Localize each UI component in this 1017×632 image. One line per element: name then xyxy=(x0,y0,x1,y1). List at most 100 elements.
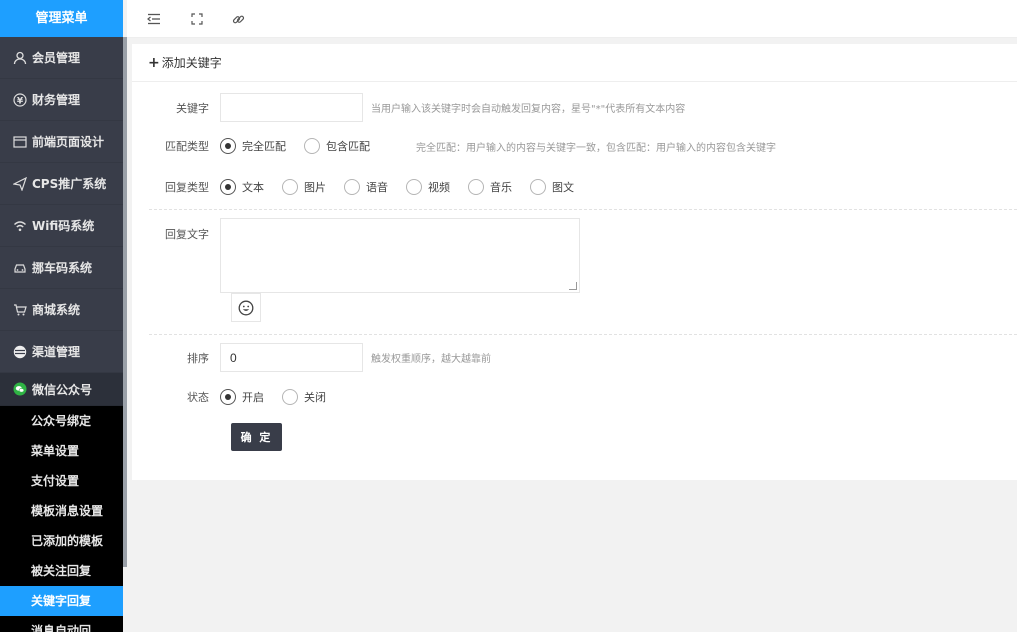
keyword-input[interactable] xyxy=(220,93,363,122)
form-card: + 添加关键字 关键字 当用户输入该关键字时会自动触发回复内容，星号"*"代表所… xyxy=(132,44,1017,480)
submit-button[interactable]: 确 定 xyxy=(231,423,282,451)
sidebar-item-label: CPS推广系统 xyxy=(32,177,107,191)
sidebar-item-member[interactable]: 会员管理 xyxy=(0,37,123,79)
sidebar-item-label: 财务管理 xyxy=(32,93,81,107)
sidebar-item-label: Wifi码系统 xyxy=(32,219,95,233)
sort-label: 排序 xyxy=(187,351,209,365)
submenu-item-auto-reply[interactable]: 消息自动回 xyxy=(0,616,123,632)
sidebar-item-mall[interactable]: 商城系统 xyxy=(0,289,123,331)
radio-checked-icon xyxy=(220,179,236,195)
emoji-button[interactable] xyxy=(231,293,261,322)
status-row: 状态 开启 关闭 xyxy=(132,389,344,405)
match-type-hint: 完全匹配：用户输入的内容与关键字一致，包含匹配：用户输入的内容包含关键字 xyxy=(416,142,776,154)
radio-unchecked-icon xyxy=(344,179,360,195)
radio-label: 完全匹配 xyxy=(242,140,286,153)
radio-unchecked-icon xyxy=(282,389,298,405)
sidebar-item-car[interactable]: 挪车码系统 xyxy=(0,247,123,289)
plus-icon: + xyxy=(148,54,160,71)
radio-label: 视频 xyxy=(428,181,450,194)
sidebar-scrollbar[interactable] xyxy=(123,37,127,567)
svg-text:¥: ¥ xyxy=(17,96,24,106)
keyword-row: 关键字 当用户输入该关键字时会自动触发回复内容，星号"*"代表所有文本内容 xyxy=(132,93,685,122)
sort-hint: 触发权重顺序，越大越靠前 xyxy=(371,354,491,365)
cart-icon xyxy=(12,302,28,318)
radio-label: 图文 xyxy=(552,181,574,194)
link-icon[interactable] xyxy=(229,10,247,28)
sidebar-submenu: 公众号绑定 菜单设置 支付设置 模板消息设置 已添加的模板 被关注回复 关键字回… xyxy=(0,406,123,632)
sidebar-item-frontend-design[interactable]: 前端页面设计 xyxy=(0,121,123,163)
submenu-item-keyword-reply[interactable]: 关键字回复 xyxy=(0,586,123,616)
sidebar-item-label: 前端页面设计 xyxy=(32,135,105,149)
top-toolbar xyxy=(127,0,1017,38)
match-type-label: 匹配类型 xyxy=(165,140,209,153)
reply-type-voice-radio[interactable]: 语音 xyxy=(344,179,388,195)
submenu-item-payment-settings[interactable]: 支付设置 xyxy=(0,466,123,496)
submenu-item-menu-settings[interactable]: 菜单设置 xyxy=(0,436,123,466)
reply-type-image-radio[interactable]: 图片 xyxy=(282,179,326,195)
reply-type-music-radio[interactable]: 音乐 xyxy=(468,179,512,195)
reply-type-label: 回复类型 xyxy=(165,181,209,194)
radio-unchecked-icon xyxy=(304,138,320,154)
submenu-item-template-settings[interactable]: 模板消息设置 xyxy=(0,496,123,526)
match-exact-radio[interactable]: 完全匹配 xyxy=(220,138,286,154)
send-icon xyxy=(12,176,28,192)
radio-label: 开启 xyxy=(242,391,264,404)
sidebar-item-cps[interactable]: CPS推广系统 xyxy=(0,163,123,205)
sidebar-item-label: 微信公众号 xyxy=(32,382,93,397)
car-icon xyxy=(12,260,28,276)
user-icon xyxy=(12,50,28,66)
status-label: 状态 xyxy=(187,391,209,404)
submenu-item-bind[interactable]: 公众号绑定 xyxy=(0,406,123,436)
radio-label: 音乐 xyxy=(490,181,512,194)
match-contains-radio[interactable]: 包含匹配 xyxy=(304,138,370,154)
radio-unchecked-icon xyxy=(468,179,484,195)
submenu-item-added-templates[interactable]: 已添加的模板 xyxy=(0,526,123,556)
reply-type-video-radio[interactable]: 视频 xyxy=(406,179,450,195)
menu-fold-icon[interactable] xyxy=(145,10,163,28)
sidebar-title: 管理菜单 xyxy=(0,0,123,37)
fullscreen-icon[interactable] xyxy=(188,10,206,28)
divider xyxy=(149,334,1017,335)
reply-type-text-radio[interactable]: 文本 xyxy=(220,179,264,195)
resize-handle-icon[interactable] xyxy=(569,282,577,290)
sidebar-item-label: 会员管理 xyxy=(32,51,81,65)
radio-unchecked-icon xyxy=(406,179,422,195)
submit-row: 确 定 xyxy=(231,423,282,451)
match-type-row: 匹配类型 完全匹配 包含匹配 完全匹配：用户输入的内容与关键字一致，包含匹配：用… xyxy=(132,138,776,154)
layout-icon xyxy=(12,134,28,150)
smiley-icon xyxy=(238,300,254,315)
radio-label: 包含匹配 xyxy=(326,140,370,153)
reply-text-textarea[interactable] xyxy=(220,218,580,293)
radio-unchecked-icon xyxy=(530,179,546,195)
sidebar-item-finance[interactable]: ¥ 财务管理 xyxy=(0,79,123,121)
submenu-item-follow-reply[interactable]: 被关注回复 xyxy=(0,556,123,586)
sidebar-item-label: 商城系统 xyxy=(32,303,81,317)
radio-checked-icon xyxy=(220,138,236,154)
radio-label: 关闭 xyxy=(304,391,326,404)
channel-icon xyxy=(12,344,28,360)
emoji-row xyxy=(231,293,261,322)
status-off-radio[interactable]: 关闭 xyxy=(282,389,326,405)
sidebar-item-wechat[interactable]: 微信公众号 xyxy=(0,373,123,406)
radio-label: 语音 xyxy=(366,181,388,194)
divider xyxy=(149,209,1017,210)
wechat-icon xyxy=(12,381,28,397)
radio-label: 文本 xyxy=(242,181,264,194)
yen-icon: ¥ xyxy=(12,92,28,108)
reply-type-row: 回复类型 文本 图片 语音 视频 音乐 图文 xyxy=(132,179,592,195)
sidebar-item-channel[interactable]: 渠道管理 xyxy=(0,331,123,373)
keyword-label: 关键字 xyxy=(176,101,209,115)
keyword-hint: 当用户输入该关键字时会自动触发回复内容，星号"*"代表所有文本内容 xyxy=(371,104,686,115)
radio-checked-icon xyxy=(220,389,236,405)
wifi-icon xyxy=(12,218,28,234)
sidebar-item-label: 渠道管理 xyxy=(32,345,81,359)
card-title: 添加关键字 xyxy=(161,56,222,70)
card-header: + 添加关键字 xyxy=(132,44,1017,82)
sort-row: 排序 触发权重顺序，越大越靠前 xyxy=(132,343,491,372)
radio-unchecked-icon xyxy=(282,179,298,195)
reply-type-news-radio[interactable]: 图文 xyxy=(530,179,574,195)
status-on-radio[interactable]: 开启 xyxy=(220,389,264,405)
reply-text-row: 回复文字 xyxy=(132,218,580,293)
sort-input[interactable] xyxy=(220,343,363,372)
sidebar-item-wifi[interactable]: Wifi码系统 xyxy=(0,205,123,247)
